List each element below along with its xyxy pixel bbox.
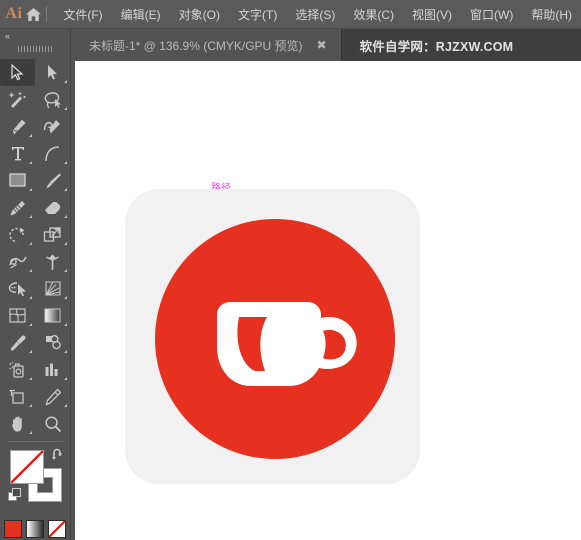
selection-tool[interactable] [0, 59, 35, 86]
color-mode-none[interactable] [48, 520, 66, 538]
artboard-tool[interactable] [0, 383, 35, 410]
document-tab-bar: 未标题-1* @ 136.9% (CMYK/GPU 预览) ✖ 软件自学网：RJ… [75, 29, 581, 61]
color-mode-solid[interactable] [4, 520, 22, 538]
symbol-sprayer-tool[interactable] [0, 356, 35, 383]
close-icon[interactable]: ✖ [315, 39, 329, 51]
menu-items: 文件(F) 编辑(E) 对象(O) 文字(T) 选择(S) 效果(C) 视图(V… [54, 2, 581, 27]
tool-grid [0, 55, 70, 437]
curvature-tool[interactable] [35, 113, 70, 140]
shaper-pencil-tool[interactable] [0, 194, 35, 221]
zoom-tool[interactable] [35, 410, 70, 437]
menu-window[interactable]: 窗口(W) [461, 2, 522, 27]
coffee-cup-icon [155, 219, 395, 464]
panel-drag-handle[interactable] [0, 43, 70, 55]
column-graph-tool[interactable] [35, 356, 70, 383]
document-tab[interactable]: 未标题-1* @ 136.9% (CMYK/GPU 预览) ✖ [75, 29, 342, 61]
magic-wand-tool[interactable] [0, 86, 35, 113]
menu-help[interactable]: 帮助(H) [522, 2, 581, 27]
mesh-tool[interactable] [0, 302, 35, 329]
scale-tool[interactable] [35, 221, 70, 248]
perspective-grid-tool[interactable] [35, 275, 70, 302]
app-logo: Ai [5, 5, 23, 22]
illustrator-window: Ai 文件(F) 编辑(E) 对象(O) 文字(T) 选择(S) 效果(C) 视… [0, 0, 581, 540]
gradient-tool[interactable] [35, 302, 70, 329]
document-tab-title: 未标题-1* @ 136.9% (CMYK/GPU 预览) [89, 38, 303, 53]
tools-divider [7, 441, 63, 442]
collapse-panel-icon[interactable]: « [0, 29, 70, 43]
type-tool[interactable] [0, 140, 35, 167]
lasso-tool[interactable] [35, 86, 70, 113]
width-tool[interactable] [0, 248, 35, 275]
paintbrush-tool[interactable] [35, 167, 70, 194]
menu-file[interactable]: 文件(F) [54, 2, 111, 27]
home-icon[interactable] [24, 0, 44, 29]
menu-type[interactable]: 文字(T) [229, 2, 286, 27]
slice-tool[interactable] [35, 383, 70, 410]
watermark-text: 软件自学网：RJZXW.COM [359, 39, 514, 54]
hand-tool[interactable] [0, 410, 35, 437]
line-segment-tool[interactable] [35, 140, 70, 167]
swap-fill-stroke-icon[interactable] [51, 448, 65, 466]
eraser-tool[interactable] [35, 194, 70, 221]
menu-bar: Ai 文件(F) 编辑(E) 对象(O) 文字(T) 选择(S) 效果(C) 视… [0, 0, 581, 29]
tools-panel: « [0, 29, 71, 540]
rectangle-tool[interactable] [0, 167, 35, 194]
eyedropper-tool[interactable] [0, 329, 35, 356]
menu-edit[interactable]: 编辑(E) [112, 2, 170, 27]
fill-swatch[interactable] [10, 450, 44, 484]
rotate-tool[interactable] [0, 221, 35, 248]
color-mode-buttons [0, 520, 70, 538]
fill-stroke-controls [0, 446, 71, 518]
menu-select[interactable]: 选择(S) [286, 2, 344, 27]
menu-object[interactable]: 对象(O) [170, 2, 229, 27]
menu-effect[interactable]: 效果(C) [344, 2, 403, 27]
direct-selection-tool[interactable] [35, 59, 70, 86]
free-transform-tool[interactable] [35, 248, 70, 275]
blend-tool[interactable] [35, 329, 70, 356]
shape-builder-tool[interactable] [0, 275, 35, 302]
menu-separator [45, 6, 47, 22]
color-mode-gradient[interactable] [26, 520, 44, 538]
pen-tool[interactable] [0, 113, 35, 140]
artwork-group[interactable]: ✖ 路径 [125, 183, 420, 484]
default-fill-stroke-icon[interactable] [8, 488, 22, 507]
menu-view[interactable]: 视图(V) [403, 2, 461, 27]
document-canvas[interactable]: ✖ 路径 [75, 61, 581, 540]
